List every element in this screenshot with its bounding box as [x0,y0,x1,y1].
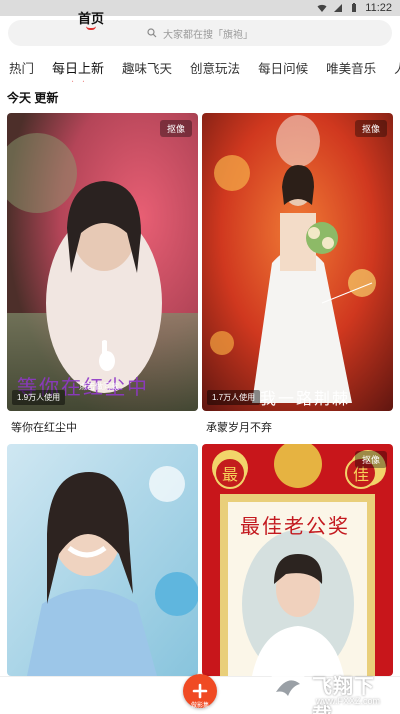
search-input[interactable]: 大家都在搜「旗袍」 [8,20,392,46]
search-icon [147,28,157,38]
tab-daily-new[interactable]: 每日上新 [52,58,104,77]
tab-hot[interactable]: 热门 [9,58,34,77]
watermark-url: www.FXXZ.com [316,696,381,706]
cutout-badge: 抠像 [354,120,387,137]
category-tabs: 热门 每日上新 趣味飞天 创意玩法 每日问候 唯美音乐 人 [0,52,400,82]
poster-title: 最佳老公奖 [240,514,350,538]
usage-count: 1.7万人使用 [207,390,261,405]
wifi-icon [317,4,327,12]
watermark-logo-icon [268,668,308,708]
tab-more[interactable]: 人 [394,58,400,77]
card-thumbnail-3 [7,444,198,676]
usage-count: 1.9万人使用 [12,390,66,405]
template-card[interactable]: 抠像 我一路荆棘 1.7万人使用 [202,113,393,411]
plus-icon [192,683,208,699]
search-placeholder: 大家都在搜「旗袍」 [163,29,253,41]
card-thumbnail-2 [202,113,393,411]
active-tab-indicator [72,80,84,83]
watermark-title: 飞翔下载 [312,676,375,714]
seal-badge-left: 最 [214,457,246,489]
overlay-title: 我一路荆棘 [260,389,351,408]
cutout-badge: 抠像 [159,120,192,137]
create-album-label: 做影集 [190,703,209,709]
card-thumbnail-1 [7,113,198,411]
tab-fun-fly[interactable]: 趣味飞天 [122,58,172,77]
status-time: 11:22 [365,2,392,14]
status-bar: 11:22 [0,0,400,16]
battery-icon [352,3,357,12]
section-title: 今天 更新 [7,91,59,105]
tab-creative[interactable]: 创意玩法 [190,58,240,77]
nav-home[interactable]: 首页 [78,8,104,27]
template-card[interactable]: 最 佳 抠像 最佳老公奖 [202,444,393,676]
tab-greetings[interactable]: 每日问候 [258,58,308,77]
site-watermark: 飞翔下载 www.FXXZ.com [266,666,392,714]
card-caption: 等你在红尘中 [11,422,77,434]
template-card[interactable]: 抠像 等你在红尘中 点击做同款 1.9万人使用 [7,113,198,411]
card-caption: 承蒙岁月不弃 [206,422,272,434]
tab-music[interactable]: 唯美音乐 [326,58,376,77]
tap-hint: 点击做同款 [79,382,119,391]
template-card[interactable] [7,444,198,676]
cutout-badge: 抠像 [354,451,387,468]
tab-daily-new-label: 每日上新 [52,60,105,76]
signal-icon [334,4,343,12]
